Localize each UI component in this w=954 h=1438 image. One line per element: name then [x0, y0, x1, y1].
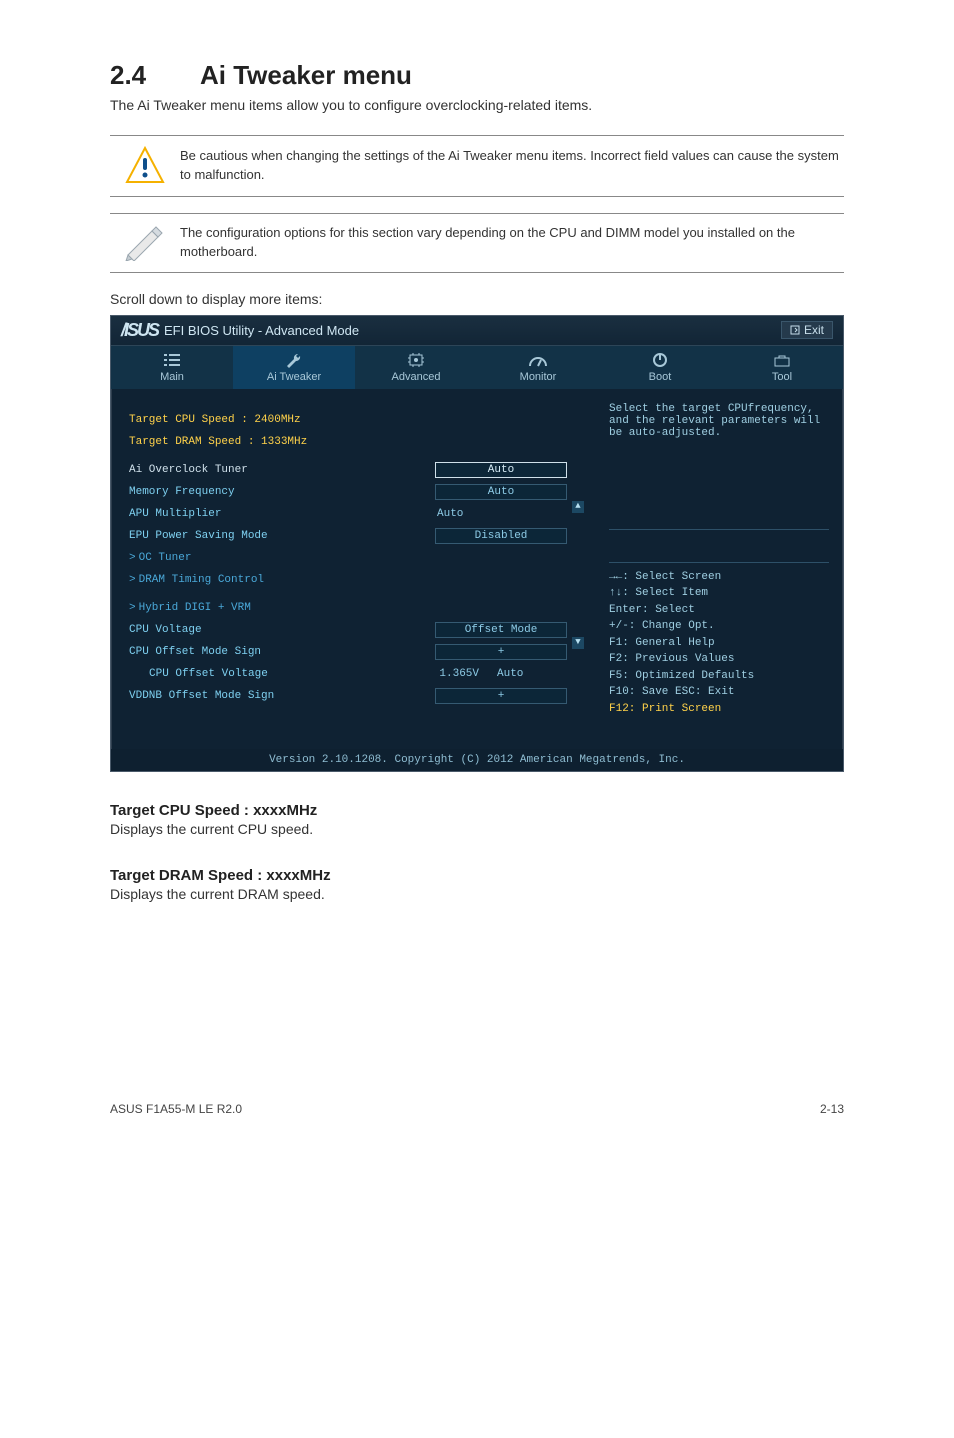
cpu-voltage-label: CPU Voltage	[129, 624, 435, 636]
scroll-hint: Scroll down to display more items:	[110, 291, 844, 307]
help-key: F5: Optimized Defaults	[609, 668, 829, 685]
oc-tuner-label: OC Tuner	[139, 552, 192, 564]
help-key: +/-: Change Opt.	[609, 618, 829, 635]
ai-overclock-tuner-label: Ai Overclock Tuner	[129, 464, 435, 476]
oc-tuner-link[interactable]: >OC Tuner	[129, 547, 567, 569]
scroll-up-icon[interactable]: ▲	[572, 501, 584, 513]
asus-logo-text: /ISUS	[121, 320, 158, 341]
wrench-icon	[284, 352, 304, 368]
bios-utility-title: EFI BIOS Utility - Advanced Mode	[164, 323, 359, 338]
cpu-offset-voltage-value[interactable]: Auto	[491, 668, 567, 680]
apu-multiplier-value[interactable]: Auto	[431, 508, 567, 520]
exit-icon	[790, 325, 800, 335]
page-footer: ASUS F1A55-M LE R2.0 2-13	[110, 1102, 844, 1116]
section-title-text: Ai Tweaker menu	[200, 60, 412, 90]
caution-box: Be cautious when changing the settings o…	[110, 135, 844, 197]
help-description: Select the target CPUfrequency, and the …	[609, 403, 829, 530]
caution-icon	[110, 146, 180, 186]
memory-frequency-label: Memory Frequency	[129, 486, 435, 498]
target-cpu-speed: Target CPU Speed : 2400MHz	[129, 414, 567, 426]
help-key-list: →←: Select Screen ↑↓: Select Item Enter:…	[609, 562, 829, 718]
tab-boot[interactable]: Boot	[599, 346, 721, 389]
tab-tool[interactable]: Tool	[721, 346, 843, 389]
hybrid-digi-vrm-link[interactable]: >Hybrid DIGI + VRM	[129, 597, 567, 619]
bios-logo: /ISUS EFI BIOS Utility - Advanced Mode	[121, 320, 359, 341]
gauge-icon	[528, 352, 548, 368]
target-dram-desc: Displays the current DRAM speed.	[110, 886, 844, 902]
cpu-offset-mode-sign-label: CPU Offset Mode Sign	[129, 646, 435, 658]
bios-titlebar: /ISUS EFI BIOS Utility - Advanced Mode E…	[111, 316, 843, 346]
apu-multiplier-label: APU Multiplier	[129, 508, 431, 520]
bios-help-panel: Select the target CPUfrequency, and the …	[595, 389, 843, 749]
power-icon	[650, 352, 670, 368]
tab-advanced[interactable]: Advanced	[355, 346, 477, 389]
bios-settings-panel: Target CPU Speed : 2400MHz Target DRAM S…	[111, 389, 595, 749]
vddnb-offset-mode-sign-label: VDDNB Offset Mode Sign	[129, 690, 435, 702]
help-key-highlight: F12: Print Screen	[609, 701, 829, 718]
chip-icon	[406, 352, 426, 368]
cpu-voltage-value[interactable]: Offset Mode	[435, 622, 567, 638]
info-box: The configuration options for this secti…	[110, 213, 844, 273]
caution-text: Be cautious when changing the settings o…	[180, 147, 844, 185]
tab-advanced-label: Advanced	[392, 371, 441, 383]
footer-page-number: 2-13	[820, 1102, 844, 1116]
tab-monitor[interactable]: Monitor	[477, 346, 599, 389]
help-key: F2: Previous Values	[609, 651, 829, 668]
tab-monitor-label: Monitor	[520, 371, 557, 383]
tab-boot-label: Boot	[649, 371, 672, 383]
section-title: 2.4Ai Tweaker menu	[110, 60, 844, 91]
bios-footer: Version 2.10.1208. Copyright (C) 2012 Am…	[111, 749, 843, 771]
footer-product: ASUS F1A55-M LE R2.0	[110, 1102, 242, 1116]
section-number: 2.4	[110, 60, 200, 91]
target-cpu-heading: Target CPU Speed : xxxxMHz	[110, 802, 844, 819]
vddnb-offset-mode-sign-value[interactable]: +	[435, 688, 567, 704]
tab-main-label: Main	[160, 371, 184, 383]
exit-button[interactable]: Exit	[781, 321, 833, 339]
cpu-offset-voltage-current: 1.365V	[419, 668, 491, 680]
target-dram-heading: Target DRAM Speed : xxxxMHz	[110, 867, 844, 884]
target-dram-speed: Target DRAM Speed : 1333MHz	[129, 436, 567, 448]
epu-power-saving-value[interactable]: Disabled	[435, 528, 567, 544]
cpu-offset-voltage-label: CPU Offset Voltage	[129, 668, 419, 680]
tab-tool-label: Tool	[772, 371, 792, 383]
memory-frequency-value[interactable]: Auto	[435, 484, 567, 500]
target-cpu-desc: Displays the current CPU speed.	[110, 821, 844, 837]
epu-power-saving-label: EPU Power Saving Mode	[129, 530, 435, 542]
dram-timing-label: DRAM Timing Control	[139, 574, 264, 586]
info-text: The configuration options for this secti…	[180, 224, 844, 262]
tab-ai-tweaker-label: Ai Tweaker	[267, 371, 321, 383]
scroll-down-icon[interactable]: ▼	[572, 637, 584, 649]
help-key: →←: Select Screen	[609, 569, 829, 586]
note-icon	[110, 225, 180, 261]
help-key: Enter: Select	[609, 602, 829, 619]
help-key: ↑↓: Select Item	[609, 585, 829, 602]
list-icon	[162, 352, 182, 368]
help-key: F10: Save ESC: Exit	[609, 684, 829, 701]
bios-tabs: Main Ai Tweaker Advanced Monitor Boot To…	[111, 346, 843, 389]
cpu-offset-mode-sign-value[interactable]: +	[435, 644, 567, 660]
hybrid-digi-vrm-label: Hybrid DIGI + VRM	[139, 602, 251, 614]
tab-main[interactable]: Main	[111, 346, 233, 389]
intro-text: The Ai Tweaker menu items allow you to c…	[110, 97, 844, 113]
chevron-right-icon: >	[129, 602, 136, 614]
dram-timing-link[interactable]: >DRAM Timing Control	[129, 569, 567, 591]
exit-label: Exit	[804, 323, 824, 337]
ai-overclock-tuner-value[interactable]: Auto	[435, 462, 567, 478]
tab-ai-tweaker[interactable]: Ai Tweaker	[233, 346, 355, 389]
chevron-right-icon: >	[129, 574, 136, 586]
help-key: F1: General Help	[609, 635, 829, 652]
toolbox-icon	[772, 352, 792, 368]
chevron-right-icon: >	[129, 552, 136, 564]
bios-window: /ISUS EFI BIOS Utility - Advanced Mode E…	[110, 315, 844, 772]
scrollbar[interactable]: ▲ ▼	[571, 403, 585, 721]
